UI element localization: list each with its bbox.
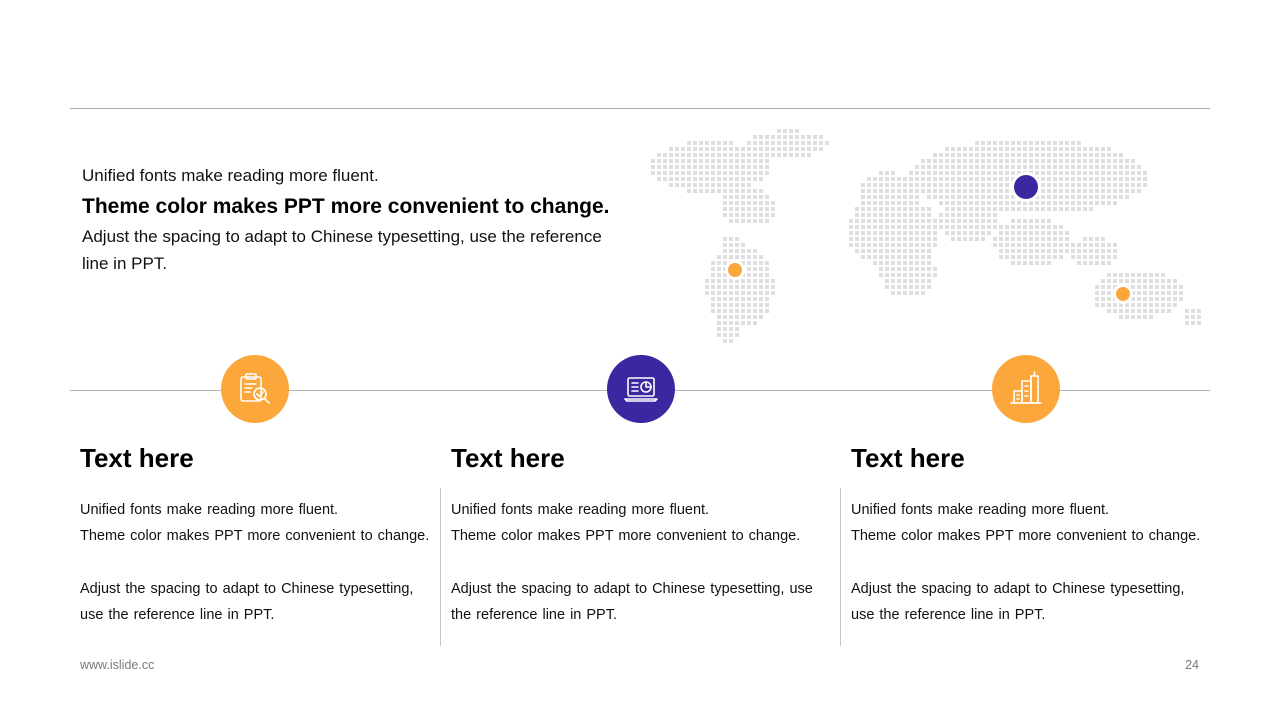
top-divider <box>70 108 1210 109</box>
column-text-1: Unified fonts make reading more fluent. <box>451 502 710 518</box>
icon-circle-2 <box>607 355 675 423</box>
column-3: Text here Unified fonts make reading mor… <box>851 440 1201 628</box>
australia-marker <box>1116 287 1130 301</box>
column-text-3: Adjust the spacing to adapt to Chinese t… <box>851 581 1185 623</box>
icon-circle-3 <box>992 355 1060 423</box>
page-number: 24 <box>1185 658 1199 672</box>
south-america-marker <box>728 263 742 277</box>
intro-headline: Theme color makes PPT more convenient to… <box>82 195 610 218</box>
column-text-2: Theme color makes PPT more convenient to… <box>851 528 1201 544</box>
footer-url: www.islide.cc <box>80 658 155 672</box>
intro-line-1: Unified fonts make reading more fluent. <box>82 166 379 185</box>
clipboard-search-icon <box>240 373 270 404</box>
column-title: Text here <box>451 443 565 473</box>
column-separator-2 <box>840 488 841 646</box>
column-1: Text here Unified fonts make reading mor… <box>80 440 430 628</box>
column-title: Text here <box>80 443 194 473</box>
column-text-3: Adjust the spacing to adapt to Chinese t… <box>451 581 813 623</box>
column-text-2: Theme color makes PPT more convenient to… <box>451 528 801 544</box>
column-title: Text here <box>851 443 965 473</box>
column-text-3: Adjust the spacing to adapt to Chinese t… <box>80 581 414 623</box>
icon-circle-1 <box>221 355 289 423</box>
column-text-1: Unified fonts make reading more fluent. <box>80 502 339 518</box>
column-2: Text here Unified fonts make reading mor… <box>451 440 816 628</box>
column-text-2: Theme color makes PPT more convenient to… <box>80 528 430 544</box>
city-buildings-icon <box>1010 371 1042 404</box>
intro-line-3: Adjust the spacing to adapt to Chinese t… <box>82 227 602 273</box>
intro-text-block: Unified fonts make reading more fluent. … <box>82 164 642 277</box>
asia-marker <box>1014 175 1038 199</box>
column-separator-1 <box>440 488 441 646</box>
laptop-chart-icon <box>624 377 658 402</box>
world-map <box>651 129 1201 343</box>
column-text-1: Unified fonts make reading more fluent. <box>851 502 1110 518</box>
